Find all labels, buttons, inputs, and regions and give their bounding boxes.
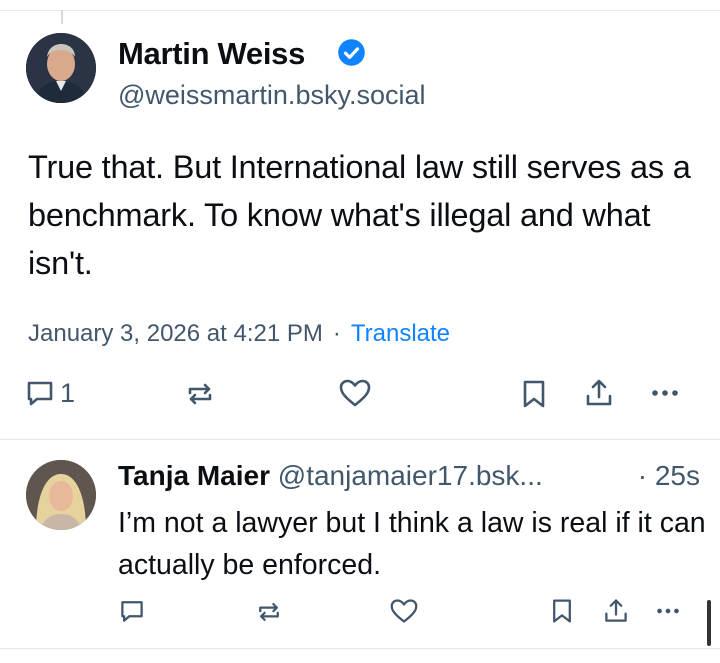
top-divider (0, 0, 720, 11)
repost-icon (259, 602, 279, 622)
reply-repost-button[interactable] (255, 598, 283, 626)
reply-text: I’m not a lawyer but I think a law is re… (118, 507, 706, 581)
reply-author-handle[interactable]: @tanjamaier17.bsk... (278, 460, 543, 491)
verified-badge-icon (338, 39, 365, 66)
reply-header: Tanja Maier @tanjamaier17.bsk... · 25s (118, 460, 700, 492)
translate-link[interactable]: Translate (351, 320, 450, 347)
reply-bookmark-button[interactable] (549, 597, 575, 625)
post-text: True that. But International law still s… (28, 149, 691, 281)
speech-bubble-icon (27, 381, 53, 406)
thread-line (61, 10, 63, 24)
share-icon (605, 599, 627, 622)
more-button[interactable] (648, 380, 682, 406)
bookmark-button[interactable] (519, 378, 549, 410)
repost-button[interactable] (184, 378, 216, 410)
avatar[interactable] (26, 33, 96, 103)
reply-like-button[interactable] (389, 597, 419, 625)
meta-separator: · (332, 320, 341, 347)
more-icon (652, 390, 678, 396)
post-timestamp[interactable]: January 3, 2026 at 4:21 PM (28, 320, 323, 347)
scrollbar-thumb[interactable] (707, 600, 711, 646)
reply-avatar[interactable] (26, 460, 96, 530)
speech-bubble-icon (121, 601, 143, 622)
reply-button[interactable]: 1 (24, 377, 75, 409)
reply-reply-button[interactable] (118, 597, 146, 625)
author-handle[interactable]: @weissmartin.bsky.social (118, 80, 425, 111)
bookmark-icon (553, 599, 571, 623)
avatar-photo (26, 33, 96, 103)
reply-more-button[interactable] (653, 600, 683, 622)
like-button[interactable] (338, 377, 372, 409)
reply-divider (0, 648, 720, 649)
author-name[interactable]: Martin Weiss (118, 36, 305, 72)
reply-count: 1 (60, 377, 76, 408)
share-icon (586, 379, 612, 406)
heart-icon (339, 379, 371, 407)
heart-icon (390, 599, 418, 623)
more-icon (657, 608, 679, 614)
reply-timestamp[interactable]: · 25s (638, 460, 700, 492)
reply-author-name[interactable]: Tanja Maier (118, 460, 270, 491)
bookmark-icon (523, 380, 545, 408)
reply-avatar-photo (26, 460, 96, 530)
post-divider (0, 439, 720, 440)
share-button[interactable] (583, 376, 615, 410)
reply-share-button[interactable] (602, 596, 630, 626)
repost-icon (188, 383, 212, 405)
post-meta: January 3, 2026 at 4:21 PM · Translate (28, 320, 450, 348)
